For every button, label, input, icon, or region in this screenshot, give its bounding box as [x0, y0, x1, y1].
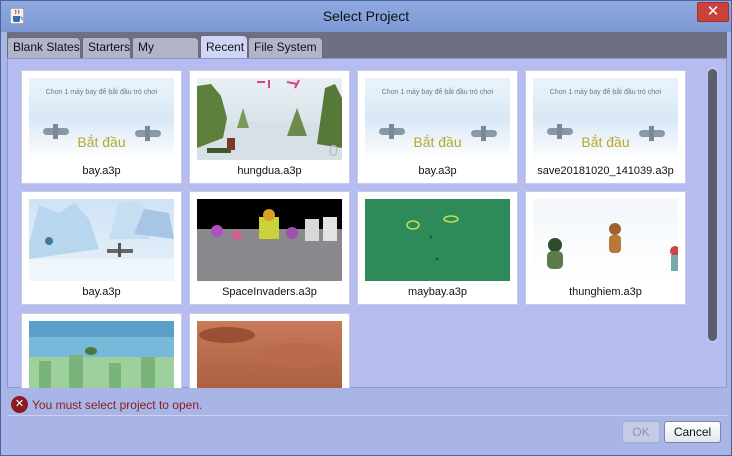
title-bar[interactable]: Select Project ✕ — [1, 1, 731, 32]
project-grid: Chon 1 máy bay để bắt đầu trò chơi Bắt đ… — [21, 70, 701, 388]
thumbnail-title: Bắt đầu — [581, 134, 630, 150]
project-thumbnail — [197, 199, 342, 281]
close-button[interactable]: ✕ — [697, 2, 729, 22]
thumbnail-title: Bắt đầu — [77, 134, 126, 150]
cancel-button[interactable]: Cancel — [664, 421, 721, 443]
scrollbar-thumb[interactable] — [708, 69, 717, 341]
green-field-image — [406, 215, 459, 261]
svg-text:0: 0 — [329, 143, 338, 160]
project-thumbnail — [29, 321, 174, 388]
project-name: SpaceInvaders.a3p — [222, 286, 317, 298]
vertical-scrollbar[interactable] — [707, 67, 718, 343]
city-scene-image — [29, 321, 174, 388]
status-message: You must select project to open. — [32, 398, 203, 412]
project-card[interactable]: thunghiem.a3p — [525, 191, 686, 305]
project-card[interactable]: bay.a3p — [21, 191, 182, 305]
ok-button[interactable]: OK — [622, 421, 660, 443]
project-thumbnail — [365, 199, 510, 281]
project-card[interactable]: SpaceInvaders.a3p — [189, 191, 350, 305]
project-name: hungdua.a3p — [237, 165, 302, 177]
tab-strip: Blank Slates Starters My Projects File S… — [7, 32, 727, 73]
characters-scene-image — [547, 223, 678, 271]
project-thumbnail: Chon 1 máy bay để bắt đầu trò chơi Bắt đ… — [533, 78, 678, 160]
project-card[interactable]: 0 hungdua.a3p — [189, 70, 350, 184]
project-thumbnail: Chon 1 máy bay để bắt đầu trò chơi Bắt đ… — [365, 78, 510, 160]
thumbnail-caption: Chon 1 máy bay để bắt đầu trò chơi — [45, 89, 158, 96]
thumbnail-caption: Chon 1 máy bay để bắt đầu trò chơi — [549, 89, 662, 96]
select-project-dialog: Select Project ✕ Blank Slates Starters M… — [0, 0, 732, 456]
window-title: Select Project — [322, 8, 410, 24]
project-name: bay.a3p — [82, 286, 121, 298]
tab-starters[interactable]: Starters — [82, 37, 131, 58]
project-thumbnail — [197, 321, 342, 388]
tab-file-system[interactable]: File System — [248, 37, 323, 58]
ice-scene-image — [29, 201, 174, 281]
project-card[interactable]: maybay.a3p — [357, 191, 518, 305]
tab-my-projects[interactable]: My Projects — [132, 37, 199, 73]
error-icon: ✕ — [11, 396, 28, 413]
tab-recent[interactable]: Recent — [200, 35, 248, 59]
project-card[interactable]: Chon 1 máy bay để bắt đầu trò chơi Bắt đ… — [21, 70, 182, 184]
project-name: bay.a3p — [82, 165, 121, 177]
project-name: maybay.a3p — [407, 286, 468, 298]
project-thumbnail: Chon 1 máy bay để bắt đầu trò chơi Bắt đ… — [29, 78, 174, 160]
thumbnail-caption: Chon 1 máy bay để bắt đầu trò chơi — [381, 89, 494, 96]
project-thumbnail — [29, 199, 174, 281]
divider — [7, 415, 727, 416]
project-card[interactable] — [21, 313, 182, 388]
project-card[interactable]: Chon 1 máy bay để bắt đầu trò chơi Bắt đ… — [357, 70, 518, 184]
project-card[interactable] — [189, 313, 350, 388]
recent-projects-panel: Chon 1 máy bay để bắt đầu trò chơi Bắt đ… — [7, 58, 727, 388]
space-scene-image — [197, 209, 342, 281]
project-name: bay.a3p — [418, 165, 457, 177]
project-card[interactable]: Chon 1 máy bay để bắt đầu trò chơi Bắt đ… — [525, 70, 686, 184]
thumbnail-title: Bắt đầu — [413, 134, 462, 150]
project-thumbnail — [533, 199, 678, 281]
project-name: save20181020_141039.a3p — [537, 165, 674, 177]
project-name: thunghiem.a3p — [569, 286, 642, 298]
project-thumbnail: 0 — [197, 78, 342, 160]
tab-blank-slates[interactable]: Blank Slates — [7, 37, 81, 58]
canyon-scene-image — [199, 327, 333, 367]
forest-scene-image: 0 — [197, 79, 342, 160]
